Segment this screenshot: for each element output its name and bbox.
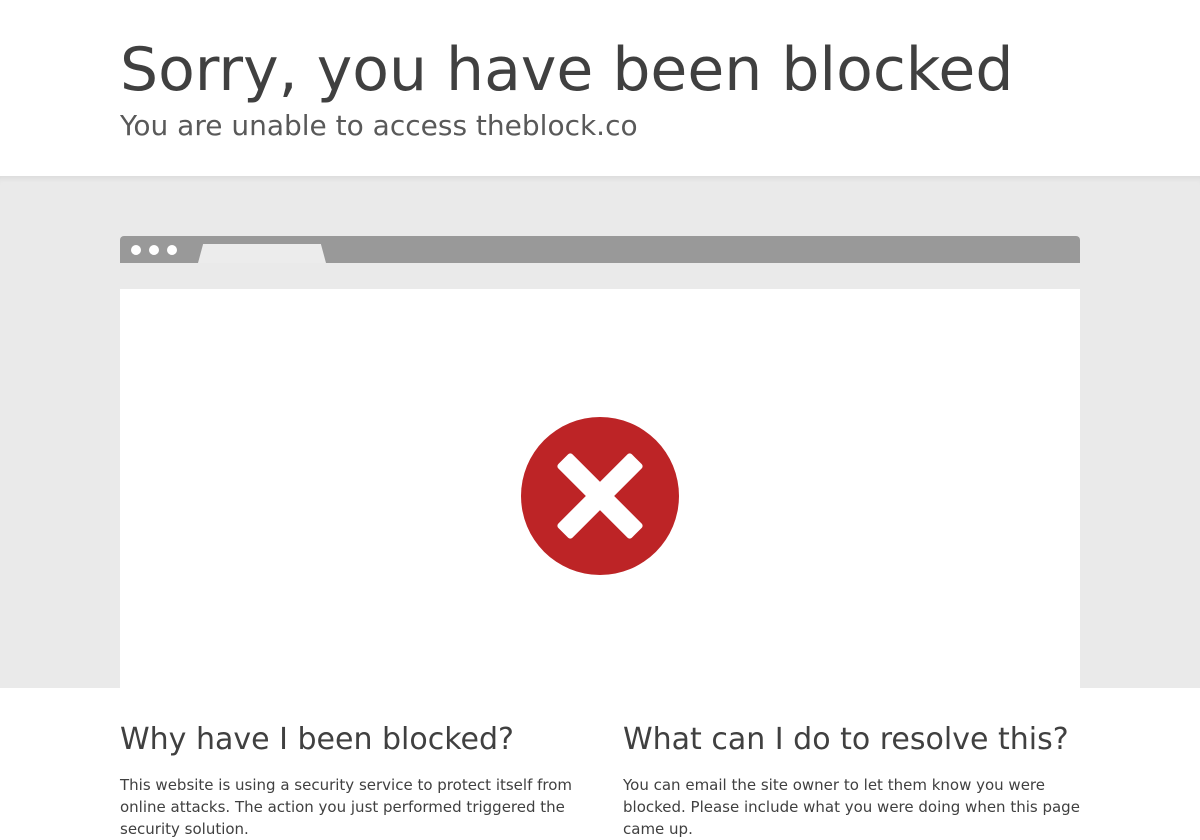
- page-header: Sorry, you have been blocked You are una…: [0, 0, 1200, 176]
- window-dot-icon: [167, 245, 177, 255]
- resolve-heading: What can I do to resolve this?: [623, 722, 1069, 757]
- browser-illustration-window: [120, 289, 1080, 709]
- browser-tab-shape: [198, 244, 326, 263]
- why-blocked-heading: Why have I been blocked?: [120, 722, 514, 757]
- resolve-text: You can email the site owner to let them…: [623, 776, 1080, 838]
- browser-illustration-bar: [120, 236, 1080, 263]
- page-title: Sorry, you have been blocked: [120, 35, 1014, 105]
- window-dot-icon: [131, 245, 141, 255]
- info-section: Why have I been blocked? This website is…: [0, 688, 1200, 838]
- error-x-circle-icon: [521, 417, 679, 575]
- page-subtitle: You are unable to access theblock.co: [120, 109, 638, 142]
- why-blocked-text: This website is using a security service…: [120, 776, 573, 838]
- window-dot-icon: [149, 245, 159, 255]
